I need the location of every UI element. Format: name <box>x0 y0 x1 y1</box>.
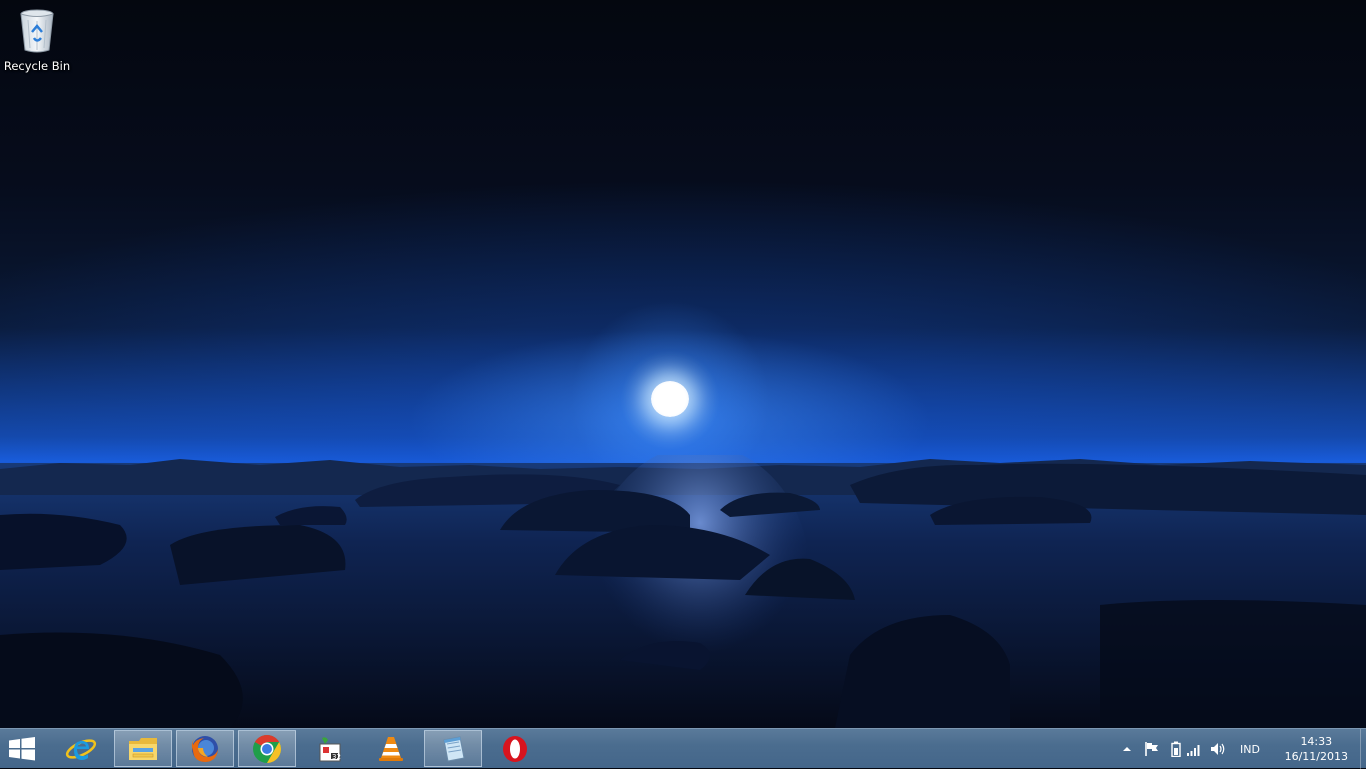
taskbar-app[interactable]: 32 <box>300 730 358 767</box>
network-button[interactable] <box>1186 741 1202 757</box>
desktop-icon-label: Recycle Bin <box>3 59 71 73</box>
firefox-icon <box>191 735 218 762</box>
clock-time: 14:33 <box>1300 735 1333 748</box>
rocky-shore <box>0 455 1366 728</box>
app-icon: 32 <box>319 736 341 761</box>
network-signal-icon <box>1187 745 1200 756</box>
input-language-indicator[interactable]: IND <box>1240 743 1260 759</box>
taskbar-file-explorer[interactable] <box>114 730 172 767</box>
start-button[interactable] <box>8 737 40 761</box>
desktop-wallpaper <box>0 0 1366 728</box>
recycle-bin-icon <box>20 9 54 53</box>
system-tray: IND 14:33 16/11/2013 <box>1116 729 1366 769</box>
taskbar: 32 IND 14:33 16/11/2013 <box>0 728 1366 769</box>
chrome-icon <box>253 734 281 763</box>
notepad-icon <box>443 735 465 762</box>
taskbar-chrome[interactable] <box>238 730 296 767</box>
svg-text:32: 32 <box>332 753 341 761</box>
volume-icon <box>1211 743 1225 755</box>
taskbar-clock[interactable]: 14:33 16/11/2013 <box>1285 734 1348 764</box>
volume-button[interactable] <box>1210 741 1226 757</box>
action-center-flag-icon <box>1145 742 1158 756</box>
desktop-icon-recycle-bin[interactable]: Recycle Bin <box>2 4 72 76</box>
taskbar-opera[interactable] <box>486 730 544 767</box>
opera-icon <box>503 735 527 762</box>
taskbar-vlc[interactable] <box>362 730 420 767</box>
clock-date: 16/11/2013 <box>1284 750 1348 763</box>
action-center-button[interactable] <box>1144 741 1160 757</box>
show-desktop-button[interactable] <box>1360 729 1366 769</box>
taskbar-internet-explorer[interactable] <box>52 730 110 767</box>
battery-icon <box>1171 741 1181 758</box>
internet-explorer-icon <box>65 738 97 760</box>
moon <box>651 381 689 417</box>
taskbar-notepad[interactable] <box>424 730 482 767</box>
show-hidden-icons-button[interactable] <box>1122 741 1132 757</box>
show-hidden-icons-icon <box>1123 747 1131 751</box>
vlc-icon <box>379 736 403 761</box>
battery-button[interactable] <box>1171 741 1181 758</box>
windows-start-icon <box>9 737 35 761</box>
taskbar-firefox[interactable] <box>176 730 234 767</box>
file-explorer-icon <box>129 737 157 760</box>
